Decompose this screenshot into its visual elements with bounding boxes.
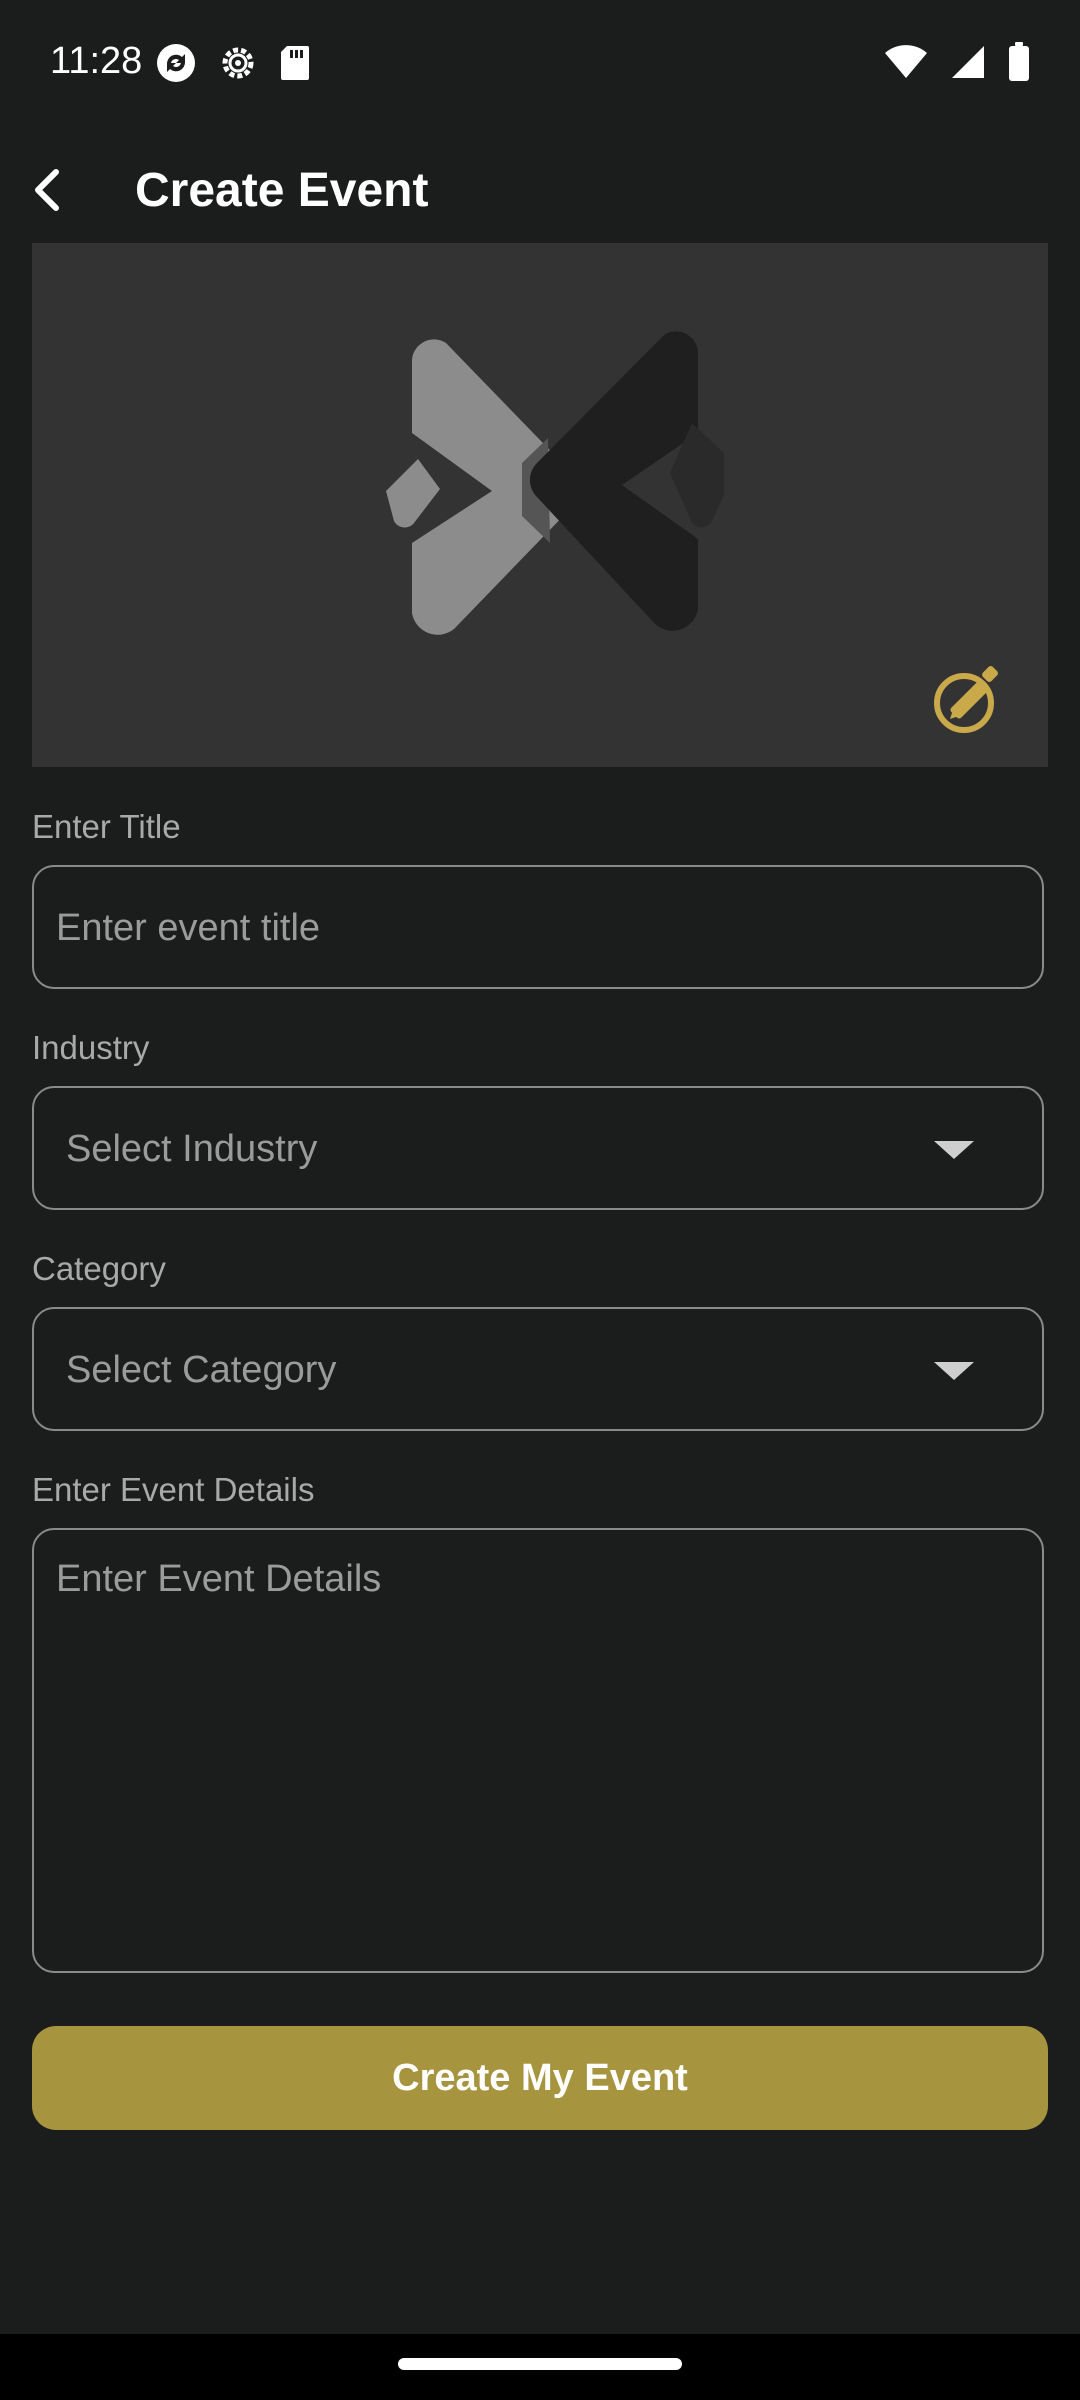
details-label: Enter Event Details <box>32 1471 315 1508</box>
cell-signal-icon <box>952 46 984 78</box>
status-time: 11:28 <box>50 40 143 82</box>
chevron-down-icon <box>934 1362 974 1380</box>
status-bar: 11:28 <box>0 0 1080 128</box>
industry-dropdown[interactable]: Select Industry <box>32 1086 1044 1210</box>
gesture-handle[interactable] <box>398 2358 682 2370</box>
create-my-event-button[interactable]: Create My Event <box>32 2026 1048 2130</box>
event-banner-image[interactable] <box>32 243 1048 767</box>
arrow-back-icon <box>35 169 59 211</box>
edit-pencil-icon[interactable] <box>930 663 1006 739</box>
title-input[interactable] <box>54 867 1018 989</box>
industry-label: Industry <box>32 1029 150 1066</box>
status-icons-right <box>884 42 1030 82</box>
sync-icon <box>157 44 195 82</box>
details-textarea[interactable] <box>54 1550 1018 1954</box>
chevron-down-icon <box>934 1141 974 1159</box>
details-field[interactable] <box>32 1528 1044 1973</box>
wifi-icon <box>885 45 927 78</box>
category-selected-value: Select Category <box>66 1349 337 1391</box>
system-nav-bar <box>0 2334 1080 2400</box>
industry-selected-value: Select Industry <box>66 1128 318 1170</box>
category-dropdown[interactable]: Select Category <box>32 1307 1044 1431</box>
sd-card-icon <box>281 46 309 80</box>
status-icons-left <box>155 42 311 84</box>
title-label: Enter Title <box>32 808 181 845</box>
title-field[interactable] <box>32 865 1044 989</box>
category-label: Category <box>32 1250 166 1287</box>
battery-icon <box>1009 42 1029 81</box>
app-logo-chevrons-icon <box>386 331 724 635</box>
back-button[interactable] <box>18 158 82 222</box>
settings-gear-icon <box>222 47 254 79</box>
create-event-screen: 11:28 Create Event Enter Title Enter eve… <box>0 0 1080 2400</box>
page-title: Create Event <box>135 164 429 217</box>
